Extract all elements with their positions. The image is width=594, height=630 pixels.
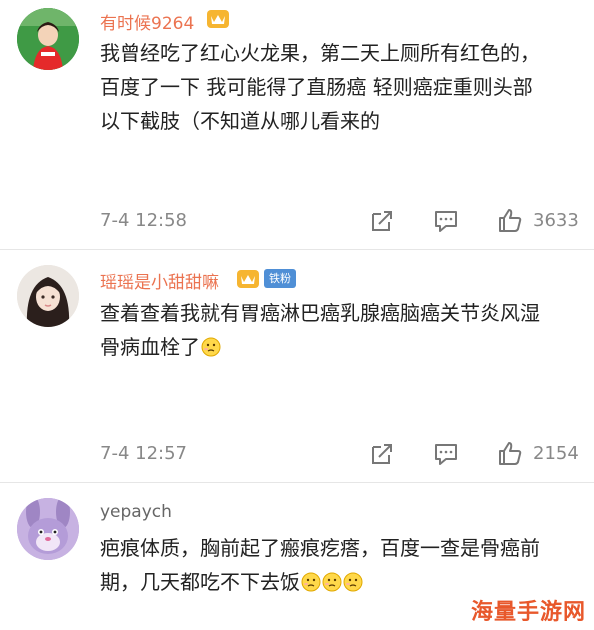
like-count: 2154 [533, 443, 579, 464]
avatar-image [17, 8, 79, 70]
like-icon[interactable] [497, 207, 523, 233]
comment-line: 百度了一下 我可能得了直肠癌 轻则癌症重则头部 [100, 75, 533, 99]
emoji-icon [201, 337, 221, 357]
like-icon[interactable] [497, 440, 523, 466]
like-count: 3633 [533, 210, 579, 231]
divider [0, 482, 594, 483]
vip-crown-icon [237, 270, 259, 288]
comment-line: 查着查着我就有胃癌淋巴癌乳腺癌脑癌关节炎风湿 [100, 301, 540, 325]
timestamp: 7-4 12:57 [100, 443, 187, 464]
comment-line: 疤痕体质，胸前起了瘢痕疙瘩，百度一查是骨癌前 [100, 536, 540, 560]
watermark: 海量手游网 [470, 600, 586, 625]
emoji-icon [322, 572, 342, 592]
comment-text: 我曾经吃了红心火龙果，第二天上厕所有红色的， 百度了一下 我可能得了直肠癌 轻则… [100, 36, 580, 138]
comment-text: 查着查着我就有胃癌淋巴癌乳腺癌脑癌关节炎风湿 骨病血栓了 [100, 296, 580, 364]
comment-line: 我曾经吃了红心火龙果，第二天上厕所有红色的， [100, 41, 540, 65]
avatar-image [17, 498, 79, 560]
username[interactable]: yepaych [100, 502, 172, 522]
share-icon[interactable] [369, 441, 395, 467]
emoji-icon [343, 572, 363, 592]
avatar[interactable] [17, 498, 79, 560]
username[interactable]: 有时候9264 [100, 9, 194, 34]
vip-crown-icon [207, 10, 229, 28]
comment-line-with-emoji: 骨病血栓了 [100, 330, 580, 364]
comment-line: 以下截肢（不知道从哪儿看来的 [100, 109, 380, 133]
comment-icon[interactable] [433, 441, 459, 467]
emoji-icon [301, 572, 321, 592]
fan-badge: 铁粉 [264, 269, 296, 288]
avatar[interactable] [17, 265, 79, 327]
timestamp: 7-4 12:58 [100, 210, 187, 231]
share-icon[interactable] [369, 208, 395, 234]
avatar[interactable] [17, 8, 79, 70]
username[interactable]: 瑶瑶是小甜甜嘛 [100, 268, 219, 293]
comment-line: 骨病血栓了 [100, 335, 200, 359]
avatar-image [17, 265, 79, 327]
comment-line: 期，几天都吃不下去饭 [100, 570, 300, 594]
comment-text: 疤痕体质，胸前起了瘢痕疙瘩，百度一查是骨癌前 期，几天都吃不下去饭 [100, 531, 580, 599]
comment-icon[interactable] [433, 208, 459, 234]
divider [0, 249, 594, 250]
